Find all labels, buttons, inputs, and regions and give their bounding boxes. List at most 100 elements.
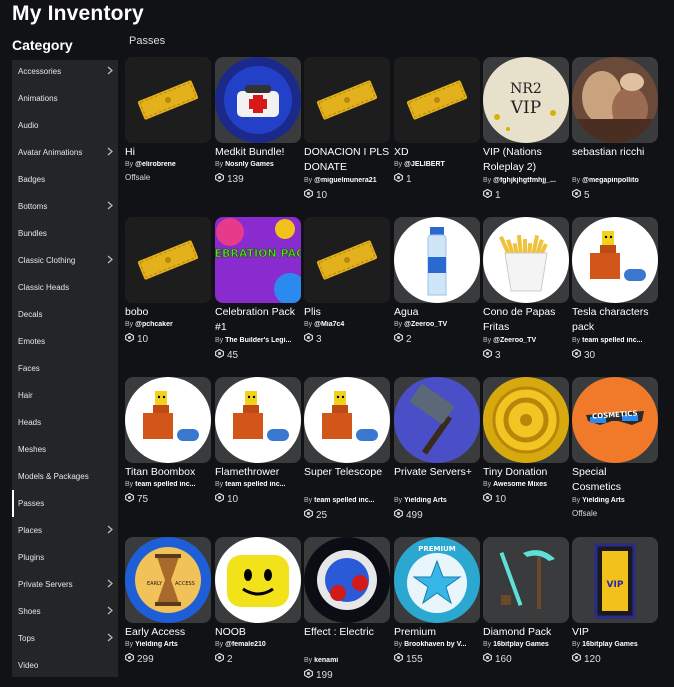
item-name[interactable]: Celebration Pack #1 xyxy=(215,305,301,335)
creator-name[interactable]: @pchcaker xyxy=(135,321,173,328)
sidebar-item-shoes[interactable]: Shoes xyxy=(12,598,118,625)
creator-name[interactable]: Awesome Mixes xyxy=(493,481,547,488)
item-thumbnail[interactable] xyxy=(394,217,480,303)
creator-name[interactable]: Yielding Arts xyxy=(582,497,625,504)
item-name[interactable]: Medkit Bundle! xyxy=(215,145,301,160)
sidebar-item-bundles[interactable]: Bundles xyxy=(12,220,118,247)
item-card[interactable]: Cono de Papas Fritas By @Zeeroo_TV 3 xyxy=(483,217,569,367)
creator-name[interactable]: @megapinpollito xyxy=(582,177,639,184)
item-thumbnail[interactable]: CELEBRATION PACK 1 xyxy=(215,217,301,303)
item-card[interactable]: bobo By @pchcaker 10 xyxy=(125,217,211,367)
sidebar-item-meshes[interactable]: Meshes xyxy=(12,436,118,463)
item-name[interactable]: Diamond Pack xyxy=(483,625,569,640)
item-thumbnail[interactable]: COSMETICS xyxy=(572,377,658,463)
sidebar-item-tops[interactable]: Tops xyxy=(12,625,118,652)
item-thumbnail[interactable] xyxy=(125,217,211,303)
item-thumbnail[interactable]: PREMIUM xyxy=(394,537,480,623)
sidebar-item-passes[interactable]: Passes xyxy=(12,490,118,517)
creator-name[interactable]: team spelled inc... xyxy=(582,337,642,344)
item-thumbnail[interactable] xyxy=(572,57,658,143)
sidebar-item-faces[interactable]: Faces xyxy=(12,355,118,382)
item-name[interactable]: Tesla characters pack xyxy=(572,305,658,335)
sidebar-item-classic-clothing[interactable]: Classic Clothing xyxy=(12,247,118,274)
creator-name[interactable]: Yielding Arts xyxy=(135,641,178,648)
item-name[interactable]: Premium xyxy=(394,625,480,640)
item-card[interactable]: NOOB By @female210 2 xyxy=(215,537,301,687)
item-thumbnail[interactable] xyxy=(304,537,390,623)
item-name[interactable]: XD xyxy=(394,145,480,160)
creator-name[interactable]: @Zeeroo_TV xyxy=(493,337,536,344)
sidebar-item-private-servers[interactable]: Private Servers xyxy=(12,571,118,598)
item-name[interactable]: Plis xyxy=(304,305,390,320)
item-card[interactable]: Tiny Donation By Awesome Mixes 10 xyxy=(483,377,569,527)
item-card[interactable]: sebastian ricchi By @megapinpollito 5 xyxy=(572,57,658,207)
creator-name[interactable]: Brookhaven by V... xyxy=(404,641,466,648)
item-thumbnail[interactable] xyxy=(215,377,301,463)
item-thumbnail[interactable]: VIP xyxy=(572,537,658,623)
item-thumbnail[interactable] xyxy=(125,57,211,143)
item-name[interactable]: Effect : Electric xyxy=(304,625,390,640)
item-card[interactable]: Titan Boombox By team spelled inc... 75 xyxy=(125,377,211,527)
sidebar-item-plugins[interactable]: Plugins xyxy=(12,544,118,571)
creator-name[interactable]: @JELIBERT xyxy=(404,161,445,168)
creator-name[interactable]: kenami xyxy=(314,657,338,664)
creator-name[interactable]: @female210 xyxy=(225,641,266,648)
item-name[interactable]: Cono de Papas Fritas xyxy=(483,305,569,335)
sidebar-item-video[interactable]: Video xyxy=(12,652,118,679)
item-name[interactable]: Special Cosmetics xyxy=(572,465,658,495)
item-card[interactable]: PREMIUM Premium By Brookhaven by V... 15… xyxy=(394,537,480,687)
item-thumbnail[interactable] xyxy=(304,57,390,143)
sidebar-item-hair[interactable]: Hair xyxy=(12,382,118,409)
sidebar-item-classic-heads[interactable]: Classic Heads xyxy=(12,274,118,301)
item-name[interactable]: Tiny Donation xyxy=(483,465,569,480)
creator-name[interactable]: @miguelmunera21 xyxy=(314,177,376,184)
creator-name[interactable]: team spelled inc... xyxy=(314,497,374,504)
item-thumbnail[interactable]: EARLY ACCESS xyxy=(125,537,211,623)
sidebar-item-emotes[interactable]: Emotes xyxy=(12,328,118,355)
item-card[interactable]: Medkit Bundle! By Nosnly Games 139 xyxy=(215,57,301,207)
item-card[interactable]: VIP VIP By 16bitplay Games 120 xyxy=(572,537,658,687)
item-name[interactable]: bobo xyxy=(125,305,211,320)
creator-name[interactable]: 16bitplay Games xyxy=(582,641,638,648)
sidebar-item-avatar-animations[interactable]: Avatar Animations xyxy=(12,139,118,166)
item-card[interactable]: Tesla characters pack By team spelled in… xyxy=(572,217,658,367)
item-thumbnail[interactable] xyxy=(125,377,211,463)
item-thumbnail[interactable] xyxy=(304,377,390,463)
item-name[interactable]: Flamethrower xyxy=(215,465,301,480)
item-thumbnail[interactable] xyxy=(394,377,480,463)
creator-name[interactable]: team spelled inc... xyxy=(225,481,285,488)
creator-name[interactable]: @Mia7c4 xyxy=(314,321,344,328)
item-name[interactable]: Super Telescope xyxy=(304,465,390,480)
item-name[interactable]: NOOB xyxy=(215,625,301,640)
item-card[interactable]: COSMETICS Special Cosmetics By Yielding … xyxy=(572,377,658,527)
item-card[interactable]: DONACION I PLS DONATE By @miguelmunera21… xyxy=(304,57,390,207)
sidebar-item-bottoms[interactable]: Bottoms xyxy=(12,193,118,220)
sidebar-item-audio[interactable]: Audio xyxy=(12,112,118,139)
sidebar-item-badges[interactable]: Badges xyxy=(12,166,118,193)
item-name[interactable]: VIP xyxy=(572,625,658,640)
item-name[interactable]: VIP (Nations Roleplay 2) xyxy=(483,145,569,175)
item-thumbnail[interactable] xyxy=(483,537,569,623)
creator-name[interactable]: Yielding Arts xyxy=(404,497,447,504)
item-card[interactable]: Plis By @Mia7c4 3 xyxy=(304,217,390,367)
sidebar-item-decals[interactable]: Decals xyxy=(12,301,118,328)
item-card[interactable]: Private Servers+ By Yielding Arts 499 xyxy=(394,377,480,527)
item-thumbnail[interactable] xyxy=(394,57,480,143)
item-thumbnail[interactable] xyxy=(304,217,390,303)
item-card[interactable]: EARLY ACCESS Early Access By Yielding Ar… xyxy=(125,537,211,687)
creator-name[interactable]: @Zeeroo_TV xyxy=(404,321,447,328)
item-name[interactable]: Agua xyxy=(394,305,480,320)
item-card[interactable]: Super Telescope By team spelled inc... 2… xyxy=(304,377,390,527)
creator-name[interactable]: The Builder's Legi... xyxy=(225,337,291,344)
creator-name[interactable]: team spelled inc... xyxy=(135,481,195,488)
sidebar-item-places[interactable]: Places xyxy=(12,517,118,544)
item-card[interactable]: XD By @JELIBERT 1 xyxy=(394,57,480,207)
item-thumbnail[interactable] xyxy=(215,57,301,143)
item-card[interactable]: NR2 VIP VIP (Nations Roleplay 2) By @fgh… xyxy=(483,57,569,207)
item-name[interactable]: Hi xyxy=(125,145,211,160)
creator-name[interactable]: 16bitplay Games xyxy=(493,641,549,648)
item-card[interactable]: Hi By @elirobrene Offsale xyxy=(125,57,211,207)
item-name[interactable]: sebastian ricchi xyxy=(572,145,658,160)
item-card[interactable]: CELEBRATION PACK 1 Celebration Pack #1 B… xyxy=(215,217,301,367)
creator-name[interactable]: @elirobrene xyxy=(135,161,176,168)
